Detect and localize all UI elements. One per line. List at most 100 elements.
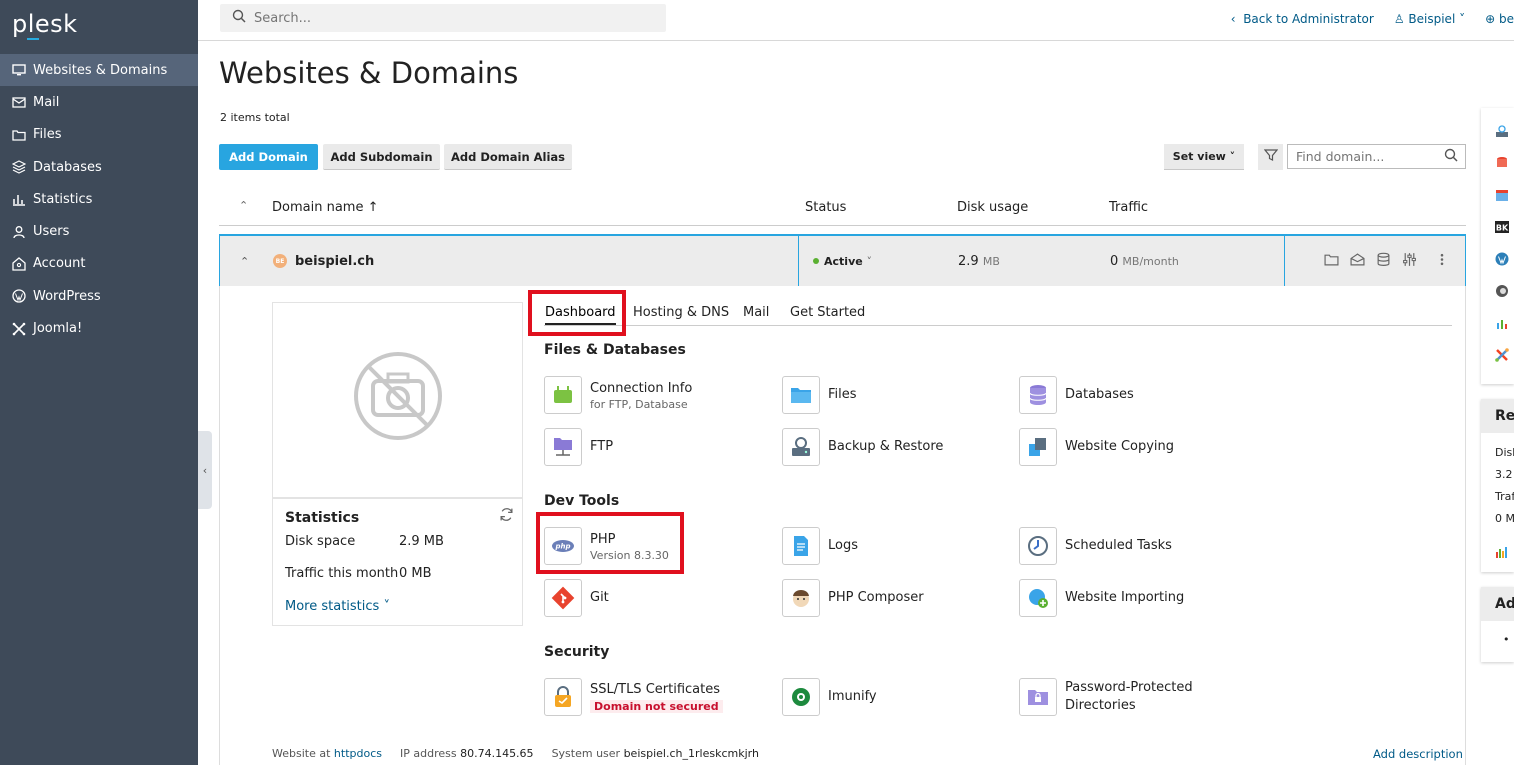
row-actions: [1324, 236, 1446, 286]
wordpress-icon[interactable]: [1495, 252, 1509, 266]
tab-get-started[interactable]: Get Started: [790, 305, 865, 320]
global-search[interactable]: [220, 4, 666, 32]
refresh-icon[interactable]: [499, 507, 514, 526]
sidebar-item-files[interactable]: Files: [0, 119, 198, 151]
find-domain-input[interactable]: [1296, 149, 1444, 164]
search-icon[interactable]: [1444, 148, 1458, 165]
database-icon[interactable]: [1495, 156, 1509, 170]
log-file-icon: [782, 527, 820, 565]
set-view-dropdown[interactable]: Set view ˅: [1164, 144, 1244, 170]
more-statistics-link[interactable]: More statistics ˅: [285, 599, 390, 614]
bk-icon[interactable]: BK: [1495, 220, 1509, 234]
connection-plug-icon: [544, 376, 582, 414]
topbar: ‹ Back to Administrator ♙ Beispiel ˅ ⊕ b…: [198, 0, 1514, 41]
collapse-all-icon[interactable]: ⌃: [239, 199, 248, 212]
search-icon: [232, 9, 246, 27]
ssl-certificates-tool[interactable]: SSL/TLS Certificates Domain not secured: [544, 678, 723, 716]
files-tool[interactable]: Files: [782, 376, 857, 414]
sidebar-collapse-button[interactable]: ‹: [198, 431, 212, 509]
composer-icon: [782, 579, 820, 617]
sidebar-item-label: Mail: [33, 94, 60, 110]
sidebar-item-label: Joomla!: [33, 321, 83, 337]
httpdocs-link[interactable]: httpdocs: [334, 747, 382, 760]
logs-tool[interactable]: Logs: [782, 527, 858, 565]
sidebar-item-statistics[interactable]: Statistics: [0, 183, 198, 215]
website-copying-tool[interactable]: Website Copying: [1019, 428, 1174, 466]
column-traffic[interactable]: Traffic: [1109, 200, 1148, 215]
no-preview-camera-icon: [353, 351, 443, 445]
settings-sliders-icon[interactable]: [1402, 252, 1417, 271]
joomla-icon[interactable]: [1495, 348, 1509, 362]
more-options-icon[interactable]: [1438, 252, 1446, 271]
sidebar-item-label: WordPress: [33, 288, 101, 304]
database-icon[interactable]: [1376, 252, 1391, 271]
sidebar-item-account[interactable]: Account: [0, 248, 198, 280]
sidebar-item-label: Files: [33, 127, 62, 143]
bar-chart-icon[interactable]: [1495, 545, 1509, 563]
domain-name-link[interactable]: beispiel.ch: [295, 254, 374, 269]
traffic-value: 0 MB: [399, 566, 432, 581]
ftp-folder-icon: [544, 428, 582, 466]
connection-info-tool[interactable]: Connection Info for FTP, Database: [544, 376, 692, 414]
bar-chart-icon[interactable]: [1495, 316, 1509, 330]
domain-name-cell[interactable]: BE beispiel.ch: [273, 236, 374, 286]
account-icon: [12, 257, 26, 271]
sidebar-item-users[interactable]: Users: [0, 215, 198, 247]
globe-icon: ⊕: [1485, 12, 1496, 26]
status-dropdown[interactable]: Active ˅: [813, 236, 872, 286]
column-status[interactable]: Status: [805, 200, 846, 215]
plesk-logo[interactable]: plesk: [12, 10, 78, 40]
sidebar-item-mail[interactable]: Mail: [0, 86, 198, 118]
add-description-link[interactable]: Add description: [1373, 747, 1463, 761]
right-quick-access-rail: BK: [1481, 108, 1514, 384]
highlight-box: [528, 290, 626, 336]
sidebar-item-wordpress[interactable]: WordPress: [0, 280, 198, 312]
statistics-card: Statistics Disk space 2.9 MB Traffic thi…: [272, 498, 523, 626]
tab-mail[interactable]: Mail: [743, 305, 769, 320]
sidebar-item-label: Databases: [33, 159, 102, 175]
sidebar-item-label: Websites & Domains: [33, 62, 168, 78]
add-domain-alias-button[interactable]: Add Domain Alias: [444, 144, 572, 170]
add-subdomain-button[interactable]: Add Subdomain: [323, 144, 440, 170]
backup-icon[interactable]: [1495, 124, 1509, 138]
search-input[interactable]: [254, 10, 634, 26]
website-preview[interactable]: [272, 302, 523, 498]
back-to-admin-link[interactable]: ‹ Back to Administrator: [1231, 12, 1374, 26]
table-row[interactable]: ⌃ BE beispiel.ch Active ˅ 2.9 MB 0 MB/mo…: [219, 234, 1466, 286]
user-menu[interactable]: ♙ Beispiel ˅: [1394, 12, 1465, 26]
sidebar-item-websites-domains[interactable]: Websites & Domains: [0, 54, 198, 87]
lock-icon: [544, 678, 582, 716]
tab-hosting-dns[interactable]: Hosting & DNS: [633, 305, 729, 320]
collapse-row-icon[interactable]: ⌃: [240, 236, 249, 286]
copy-icon: [1019, 428, 1057, 466]
page-title: Websites & Domains: [219, 56, 519, 90]
mail-icon[interactable]: [1350, 252, 1365, 271]
joomla-icon: [12, 322, 26, 336]
extension-icon[interactable]: [1495, 284, 1509, 298]
add-domain-button[interactable]: Add Domain: [219, 144, 318, 170]
protected-folder-icon: [1019, 678, 1057, 716]
monitor-icon: [12, 63, 26, 77]
highlight-box: [536, 512, 684, 574]
column-disk-usage[interactable]: Disk usage: [957, 200, 1028, 215]
traffic-label: Traffic this month: [285, 566, 399, 581]
password-protected-dirs-tool[interactable]: Password-Protected Directories: [1019, 678, 1193, 716]
folder-icon[interactable]: [1324, 252, 1339, 271]
website-importing-tool[interactable]: Website Importing: [1019, 579, 1184, 617]
scheduled-tasks-tool[interactable]: Scheduled Tasks: [1019, 527, 1172, 565]
sidebar-item-databases[interactable]: Databases: [0, 151, 198, 183]
git-tool[interactable]: Git: [544, 579, 609, 617]
filter-button[interactable]: [1258, 144, 1283, 170]
calendar-icon[interactable]: [1495, 188, 1509, 202]
find-domain-field[interactable]: [1287, 144, 1466, 169]
ftp-tool[interactable]: FTP: [544, 428, 613, 466]
databases-tool[interactable]: Databases: [1019, 376, 1134, 414]
backup-restore-tool[interactable]: Backup & Restore: [782, 428, 943, 466]
globe-import-icon: [1019, 579, 1057, 617]
language-menu[interactable]: ⊕ be: [1485, 12, 1514, 26]
domain-footer-info: Website at httpdocs IP address 80.74.145…: [272, 747, 759, 760]
sidebar-item-joomla[interactable]: Joomla!: [0, 312, 198, 344]
php-composer-tool[interactable]: PHP Composer: [782, 579, 924, 617]
imunify-tool[interactable]: Imunify: [782, 678, 877, 716]
column-domain-name[interactable]: Domain name ↑: [272, 200, 378, 215]
